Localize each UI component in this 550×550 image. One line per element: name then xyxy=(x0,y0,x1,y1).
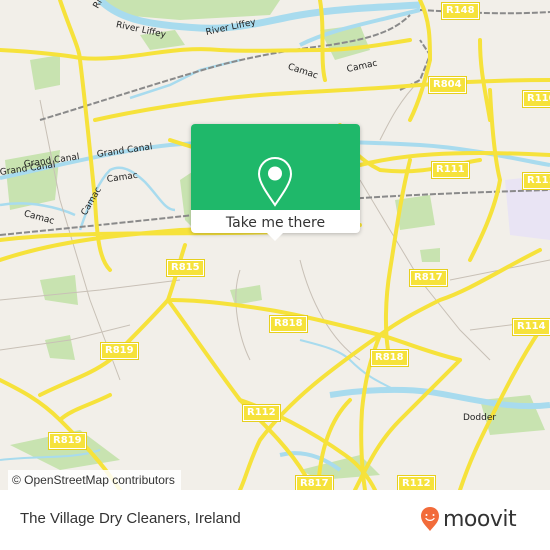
take-me-there-button[interactable]: Take me there xyxy=(191,210,360,233)
popup-header xyxy=(191,124,360,210)
moovit-logo[interactable]: moovit xyxy=(420,506,517,532)
road-label-r817: R817 xyxy=(295,475,334,490)
map-attribution[interactable]: © OpenStreetMap contributors xyxy=(8,470,181,490)
road-label-r819: R819 xyxy=(48,432,87,450)
road-label-r817: R817 xyxy=(409,269,448,287)
map-pin-icon xyxy=(257,156,293,207)
road-label-r111: R111 xyxy=(522,172,550,190)
road-label-r819: R819 xyxy=(100,342,139,360)
moovit-wordmark: moovit xyxy=(443,506,517,532)
road-label-r111: R111 xyxy=(431,161,470,179)
popup-pointer xyxy=(267,233,283,241)
road-label-r114: R114 xyxy=(512,318,550,336)
road-label-r804: R804 xyxy=(428,76,467,94)
moovit-pin-icon xyxy=(421,507,439,531)
road-label-r112: R112 xyxy=(397,475,436,490)
road-label-r148: R148 xyxy=(441,2,480,20)
road-label-r815: R815 xyxy=(166,259,205,277)
road-label-r110: R110 xyxy=(522,90,550,108)
road-label-r818: R818 xyxy=(269,315,308,333)
location-popup: Take me there xyxy=(191,124,360,241)
map[interactable]: R148 R804 R110 R111 R111 R815 R817 R818 … xyxy=(0,0,550,490)
road-label-r112: R112 xyxy=(242,404,281,422)
footer: The Village Dry Cleaners, Ireland moovit xyxy=(0,490,550,550)
place-name: The Village Dry Cleaners, Ireland xyxy=(20,510,241,527)
road-label-r818: R818 xyxy=(370,349,409,367)
water-label-dodder: Dodder xyxy=(463,413,497,423)
